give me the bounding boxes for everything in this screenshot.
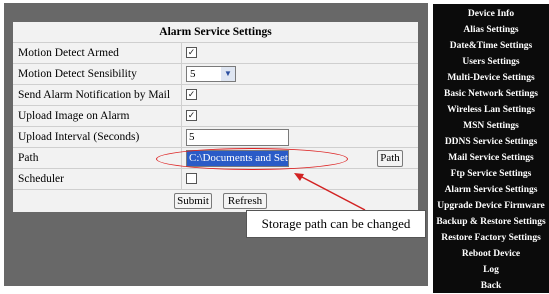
- settings-sidebar: Device Info Alias Settings Date&Time Set…: [433, 4, 549, 293]
- nav-date-time-settings[interactable]: Date&Time Settings: [433, 38, 549, 54]
- nav-restore-factory-settings[interactable]: Restore Factory Settings: [433, 230, 549, 246]
- nav-ftp-service-settings[interactable]: Ftp Service Settings: [433, 166, 549, 182]
- nav-wireless-lan-settings[interactable]: Wireless Lan Settings: [433, 102, 549, 118]
- nav-mail-service-settings[interactable]: Mail Service Settings: [433, 150, 549, 166]
- nav-back[interactable]: Back: [433, 278, 549, 294]
- nav-device-info[interactable]: Device Info: [433, 6, 549, 22]
- nav-alarm-service-settings[interactable]: Alarm Service Settings: [433, 182, 549, 198]
- nav-multi-device-settings[interactable]: Multi-Device Settings: [433, 70, 549, 86]
- nav-msn-settings[interactable]: MSN Settings: [433, 118, 549, 134]
- nav-users-settings[interactable]: Users Settings: [433, 54, 549, 70]
- nav-ddns-service-settings[interactable]: DDNS Service Settings: [433, 134, 549, 150]
- nav-basic-network-settings[interactable]: Basic Network Settings: [433, 86, 549, 102]
- annotation-callout: Storage path can be changed: [246, 210, 426, 238]
- nav-upgrade-device-firmware[interactable]: Upgrade Device Firmware: [433, 198, 549, 214]
- arrow-line: [299, 175, 366, 211]
- nav-reboot-device[interactable]: Reboot Device: [433, 246, 549, 262]
- nav-log[interactable]: Log: [433, 262, 549, 278]
- nav-backup-restore-settings[interactable]: Backup & Restore Settings: [433, 214, 549, 230]
- nav-alias-settings[interactable]: Alias Settings: [433, 22, 549, 38]
